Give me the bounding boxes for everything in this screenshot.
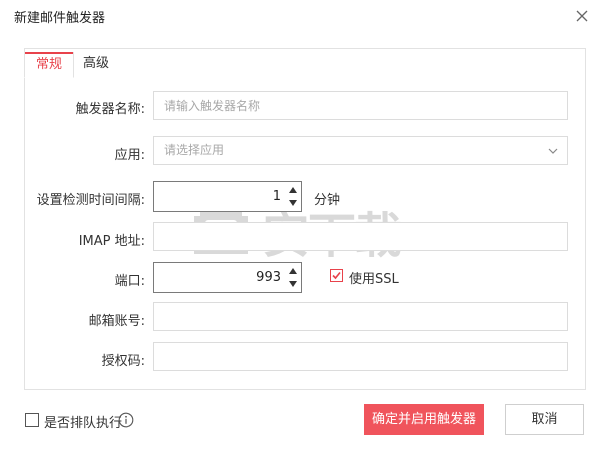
mail-account-input[interactable] [153,302,568,331]
trigger-name-input[interactable] [153,91,568,120]
auth-code-input[interactable] [153,342,568,371]
queue-checkbox[interactable] [25,413,39,427]
app-select[interactable]: 请选择应用 [153,136,568,165]
new-mail-trigger-dialog: 新建邮件触发器 常规 高级 安 安下载 触发器名称: 应用: 请选择应用 设置检… [0,0,599,462]
account-label: 邮箱账号: [88,314,145,329]
interval-label: 设置检测时间间隔: [36,193,145,208]
interval-unit: 分钟 [314,193,341,208]
port-value: 993 [256,270,281,285]
info-icon[interactable] [118,412,134,428]
chevron-down-icon [548,148,558,154]
port-label: 端口: [114,274,145,289]
app-label: 应用: [114,148,145,163]
checkmark-icon [332,271,341,280]
dialog-title: 新建邮件触发器 [14,11,106,26]
increment-arrow-icon[interactable] [288,184,298,196]
increment-arrow-icon[interactable] [288,265,298,277]
auth-code-label: 授权码: [101,354,145,369]
decrement-arrow-icon[interactable] [288,278,298,290]
tab-general-label: 常规 [35,57,62,72]
imap-address-input[interactable] [153,222,568,251]
queue-label: 是否排队执行 [44,416,123,431]
tab-advanced[interactable]: 高级 [78,52,114,76]
cancel-button[interactable]: 取消 [505,404,584,435]
tab-advanced-label: 高级 [82,56,109,71]
app-select-placeholder: 请选择应用 [164,143,225,157]
tab-active-indicator [25,52,73,54]
ssl-checkbox[interactable] [330,269,343,282]
decrement-arrow-icon[interactable] [288,197,298,209]
interval-stepper[interactable]: 1 [153,181,302,212]
imap-label: IMAP 地址: [78,234,145,249]
tab-general[interactable]: 常规 [24,52,74,78]
trigger-name-label: 触发器名称: [75,102,145,117]
confirm-enable-trigger-button[interactable]: 确定并启用触发器 [364,404,484,435]
interval-value: 1 [272,189,281,204]
port-stepper[interactable]: 993 [153,262,302,293]
ssl-label: 使用SSL [349,272,399,287]
close-icon[interactable] [572,6,592,26]
